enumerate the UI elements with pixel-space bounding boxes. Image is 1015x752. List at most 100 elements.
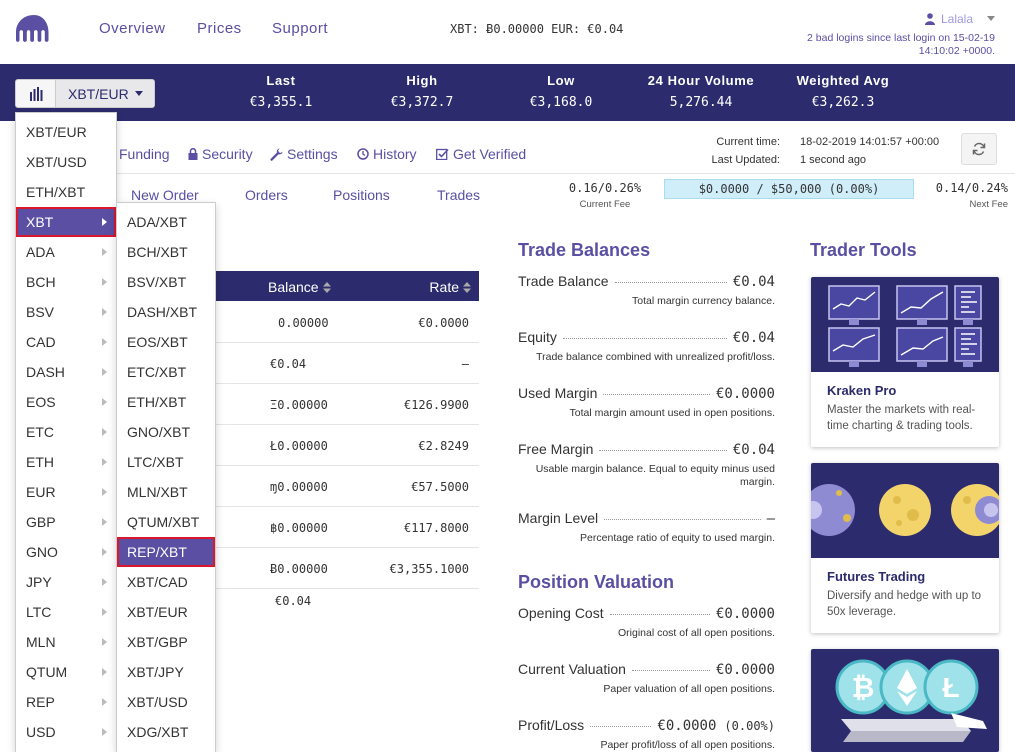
submenu-item-xbt-jpy[interactable]: XBT/JPY [117,657,215,687]
menu-item-cad[interactable]: CAD [16,327,116,357]
nav-prices[interactable]: Prices [197,20,242,37]
submenu-item-eth-xbt[interactable]: ETH/XBT [117,387,215,417]
menu-item-dash[interactable]: DASH [16,357,116,387]
last-updated-label: Last Updated: [711,154,781,166]
subnav-settings[interactable]: Settings [270,146,338,162]
chevron-right-icon [102,578,107,586]
column-balance[interactable]: Balance [268,279,331,295]
table-row: Ƀ0.00000 €3,355.1000 [215,548,479,589]
menu-item-gbp[interactable]: GBP [16,507,116,537]
chevron-down-icon[interactable] [987,16,995,21]
menu-item-eur[interactable]: EUR [16,477,116,507]
nav-overview[interactable]: Overview [99,20,166,37]
menu-item-eos[interactable]: EOS [16,387,116,417]
menu-item-label: BSV [26,304,55,320]
ticker-value: €3,372.7 [390,95,454,110]
menu-item-label: GNO/XBT [127,424,191,440]
menu-item-jpy[interactable]: JPY [16,567,116,597]
submenu-item-ada-xbt[interactable]: ADA/XBT [117,207,215,237]
tab-new-order[interactable]: New Order [131,187,199,203]
card-futures-trading[interactable]: Futures Trading Diversify and hedge with… [811,463,999,633]
menu-item-label: ETC [26,424,54,440]
nav-support[interactable]: Support [272,20,328,37]
bad-logins-notice: 2 bad logins since last login on 15-02-1… [807,32,995,57]
username[interactable]: Lalala [941,12,973,26]
menu-item-label: MLN [26,634,56,650]
rate-cell: €117.8000 [403,521,469,535]
chevron-right-icon [102,368,107,376]
metric-value: €0.04 [732,442,775,458]
menu-item-gno[interactable]: GNO [16,537,116,567]
subnav-security[interactable]: Security [188,146,253,162]
menu-item-xbt-eur[interactable]: XBT/EUR [16,117,116,147]
chart-icon[interactable] [16,80,56,107]
menu-item-label: MLN/XBT [127,484,188,500]
card-title: Futures Trading [827,569,926,584]
submenu-item-qtum-xbt[interactable]: QTUM/XBT [117,507,215,537]
menu-item-label: DASH/XBT [127,304,198,320]
menu-item-rep[interactable]: REP [16,687,116,717]
balance-cell: Ł0.00000 [270,439,328,453]
next-fee-label: Next Fee [969,199,1008,210]
metric-value: €0.04 [732,330,775,346]
tab-positions[interactable]: Positions [333,187,390,203]
balance-cell: Ξ0.00000 [270,398,328,412]
menu-item-etc[interactable]: ETC [16,417,116,447]
menu-item-label: DASH [26,364,65,380]
kraken-logo[interactable] [14,13,54,45]
submenu-item-rep-xbt[interactable]: REP/XBT [117,537,215,567]
submenu-item-etc-xbt[interactable]: ETC/XBT [117,357,215,387]
metric-label: Trade Balance [518,273,609,289]
menu-item-xbt-usd[interactable]: XBT/USD [16,147,116,177]
submenu-item-gno-xbt[interactable]: GNO/XBT [117,417,215,447]
menu-item-ada[interactable]: ADA [16,237,116,267]
submenu-item-dash-xbt[interactable]: DASH/XBT [117,297,215,327]
tab-orders[interactable]: Orders [245,187,288,203]
trader-tools-title: Trader Tools [810,240,917,260]
card-description: Diversify and hedge with up to 50x lever… [827,590,982,618]
subnav-funding[interactable]: Funding [119,146,170,162]
pair-dropdown[interactable]: XBT/EUR [56,80,154,107]
tab-trades[interactable]: Trades [437,187,480,203]
chevron-right-icon [102,488,107,496]
metric-used-margin: Used Margin €0.0000 Total margin amount u… [518,385,775,420]
pair-selector[interactable]: XBT/EUR [15,79,155,108]
submenu-item-xbt-gbp[interactable]: XBT/GBP [117,627,215,657]
menu-item-label: REP/XBT [127,544,187,560]
submenu-item-xbt-cad[interactable]: XBT/CAD [117,567,215,597]
metric-label: Current Valuation [518,661,626,677]
menu-item-ltc[interactable]: LTC [16,597,116,627]
subnav-get-verified[interactable]: Get Verified [436,146,526,162]
submenu-item-eos-xbt[interactable]: EOS/XBT [117,327,215,357]
submenu-item-bch-xbt[interactable]: BCH/XBT [117,237,215,267]
subnav-history[interactable]: History [357,146,417,162]
menu-item-usd[interactable]: USD [16,717,116,747]
submenu-item-ltc-xbt[interactable]: LTC/XBT [117,447,215,477]
submenu-item-bsv-xbt[interactable]: BSV/XBT [117,267,215,297]
submenu-item-xbt-usd[interactable]: XBT/USD [117,687,215,717]
menu-item-bch[interactable]: BCH [16,267,116,297]
menu-item-qtum[interactable]: QTUM [16,657,116,687]
card-crypto-tools[interactable]: ₿ Ł [811,649,999,752]
card-kraken-pro[interactable]: Kraken Pro Master the markets with real-… [811,277,999,447]
menu-item-label: XBT [26,214,54,230]
submenu-item-mln-xbt[interactable]: MLN/XBT [117,477,215,507]
chevron-right-icon [102,428,107,436]
menu-item-mln[interactable]: MLN [16,627,116,657]
metric-label: Used Margin [518,385,598,401]
menu-item-eth-xbt[interactable]: ETH/XBT [16,177,116,207]
balance-cell: Ƀ0.00000 [270,562,328,576]
submenu-item-xdg-xbt[interactable]: XDG/XBT [117,717,215,747]
user-menu[interactable]: Lalala 2 bad logins since last login on … [795,10,995,58]
menu-item-bsv[interactable]: BSV [16,297,116,327]
metric-value: €0.0000 [657,718,717,734]
refresh-button[interactable] [961,133,997,165]
menu-item-eth[interactable]: ETH [16,447,116,477]
menu-item-label: GNO [26,544,58,560]
menu-item-label: EUR [26,484,56,500]
ticker-high: High €3,372.7 [382,73,462,110]
submenu-item-xbt-eur[interactable]: XBT/EUR [117,597,215,627]
wrench-icon [270,148,283,161]
menu-item-xbt[interactable]: XBT [16,207,116,237]
column-rate[interactable]: Rate [429,279,471,295]
